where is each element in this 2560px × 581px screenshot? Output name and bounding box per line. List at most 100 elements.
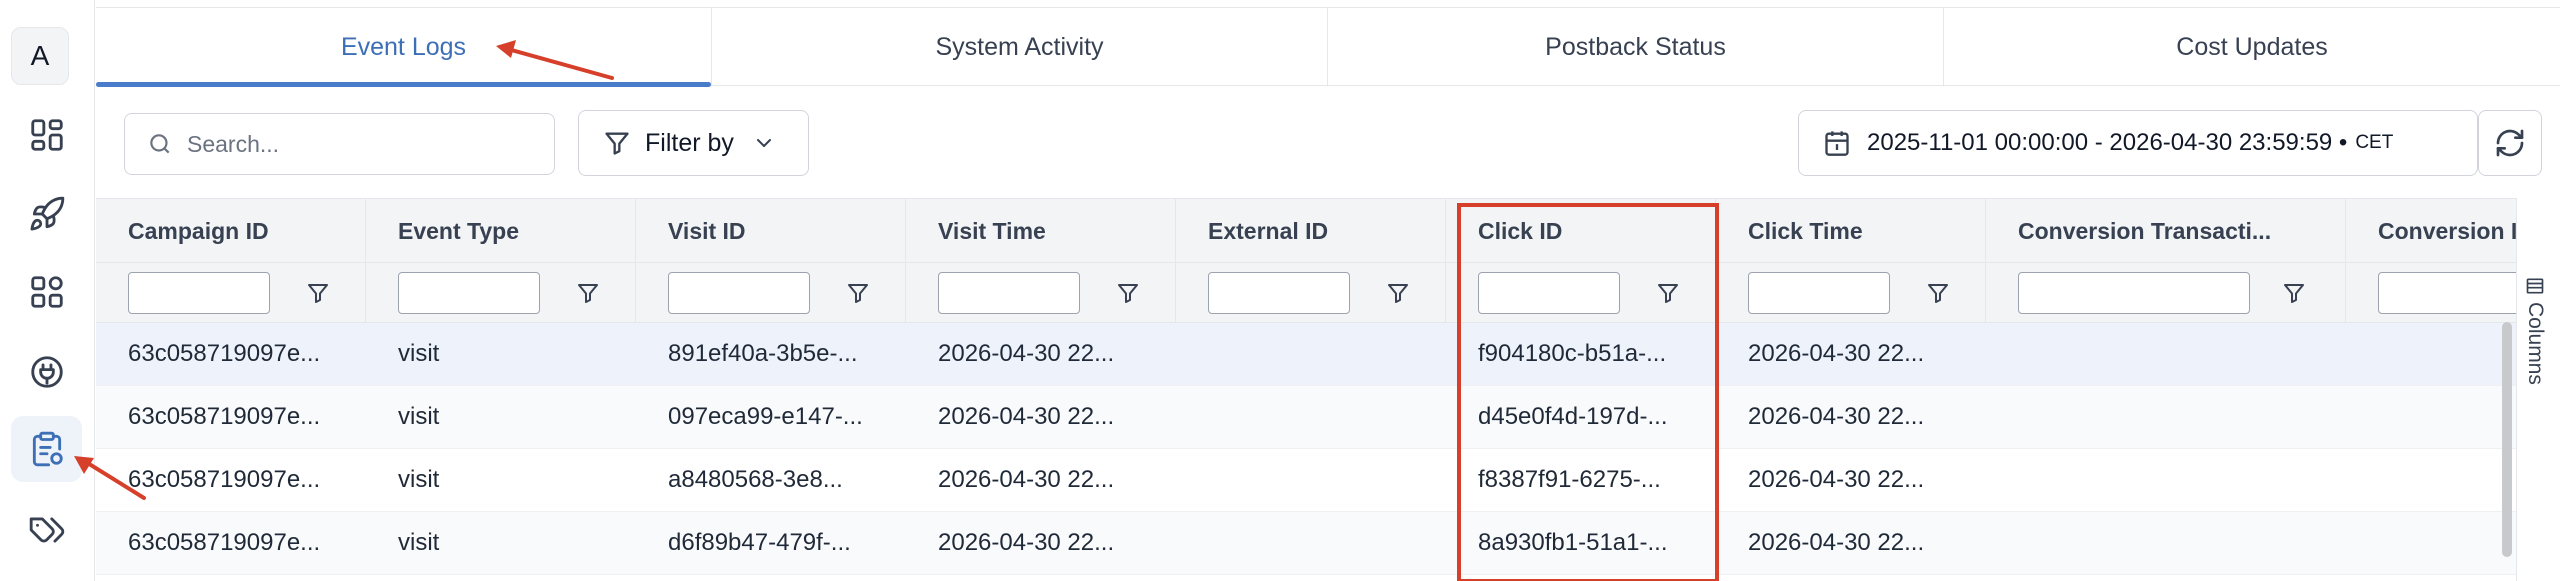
cell-visit-time: 2026-04-30 22...: [938, 403, 1115, 430]
table-filter-row: [96, 263, 2516, 323]
cell-click-time: 2026-04-30 22...: [1748, 529, 1925, 556]
column-filter-icon[interactable]: [576, 281, 600, 305]
chevron-down-icon: [756, 139, 771, 147]
cell-visit-id: 891ef40a-3b5e-...: [668, 340, 858, 367]
cell-visit-time: 2026-04-30 22...: [938, 529, 1115, 556]
column-filter-input[interactable]: [1748, 272, 1890, 314]
sidebar-item-tags[interactable]: [11, 497, 82, 563]
column-filter-input[interactable]: [128, 272, 270, 314]
table-row[interactable]: 63c058719097e... visit 097eca99-e147-...…: [96, 386, 2516, 449]
tab-event-logs[interactable]: Event Logs: [96, 8, 712, 87]
column-header-conversion-transaction[interactable]: Conversion Transacti...: [1986, 199, 2346, 263]
filter-cell: [1716, 263, 1986, 323]
table-row[interactable]: 63c058719097e... visit a8480568-3e8... 2…: [96, 449, 2516, 512]
column-filter-input[interactable]: [668, 272, 810, 314]
tags-icon: [29, 517, 64, 543]
cell-visit-id: a8480568-3e8...: [668, 466, 843, 493]
tab-cost-updates[interactable]: Cost Updates: [1944, 8, 2560, 86]
columns-panel-label: Columns: [2524, 302, 2547, 385]
rocket-icon: [30, 196, 64, 231]
apps-grid-icon: [30, 276, 63, 308]
columns-icon: [2526, 278, 2544, 294]
column-header-external-id[interactable]: External ID: [1176, 199, 1446, 263]
cell-conversion-transaction: [1986, 323, 2346, 385]
column-header-event-type[interactable]: Event Type: [366, 199, 636, 263]
column-filter-icon[interactable]: [2282, 281, 2306, 305]
sidebar-rail: A: [0, 0, 95, 581]
filter-cell: [636, 263, 906, 323]
timezone-label: CET: [2355, 132, 2394, 153]
cell-external-id: [1176, 512, 1446, 574]
cell-campaign-id: 63c058719097e...: [128, 403, 321, 430]
tab-postback-status[interactable]: Postback Status: [1328, 8, 1944, 86]
table-row[interactable]: 63c058719097e... visit d6f89b47-479f-...…: [96, 512, 2516, 575]
cell-event-type: visit: [398, 466, 440, 493]
clipboard-icon: [32, 431, 63, 467]
column-header-visit-id[interactable]: Visit ID: [636, 199, 906, 263]
tab-bar: Event Logs System Activity Postback Stat…: [96, 8, 2560, 87]
cell-click-time: 2026-04-30 22...: [1748, 403, 1925, 430]
sidebar-item-dashboard[interactable]: [11, 102, 82, 168]
date-range-picker[interactable]: 2025-11-01 00:00:00 - 2026-04-30 23:59:5…: [1798, 110, 2478, 176]
cell-click-id: f904180c-b51a-...: [1478, 340, 1667, 367]
cell-click-id: f8387f91-6275-...: [1478, 466, 1661, 493]
cell-visit-id: d6f89b47-479f-...: [668, 529, 851, 556]
column-header-conversion[interactable]: Conversion I: [2346, 199, 2516, 263]
cell-campaign-id: 63c058719097e...: [128, 466, 321, 493]
top-strip: [96, 0, 2560, 8]
sidebar-item-campaigns[interactable]: [11, 181, 82, 247]
search-box[interactable]: [124, 113, 555, 175]
cell-event-type: visit: [398, 340, 440, 367]
column-filter-input[interactable]: [938, 272, 1080, 314]
tab-system-activity[interactable]: System Activity: [712, 8, 1328, 86]
search-input[interactable]: [187, 130, 547, 158]
filter-cell: [1176, 263, 1446, 323]
columns-panel-toggle[interactable]: Columns: [2523, 276, 2547, 385]
cell-campaign-id: 63c058719097e...: [128, 529, 321, 556]
column-filter-icon[interactable]: [1926, 281, 1950, 305]
filter-cell: [1986, 263, 2346, 323]
filter-cell: [1446, 263, 1716, 323]
search-icon: [150, 134, 170, 154]
column-filter-icon[interactable]: [1116, 281, 1140, 305]
cell-click-id: 8a930fb1-51a1-...: [1478, 529, 1668, 556]
refresh-button[interactable]: [2478, 110, 2542, 176]
column-filter-icon[interactable]: [1656, 281, 1680, 305]
filter-cell: [906, 263, 1176, 323]
sidebar-item-apps[interactable]: [11, 259, 82, 325]
sidebar-item-integrations[interactable]: [11, 339, 82, 405]
column-filter-input[interactable]: [398, 272, 540, 314]
cell-visit-time: 2026-04-30 22...: [938, 466, 1115, 493]
column-header-click-time[interactable]: Click Time: [1716, 199, 1986, 263]
column-header-visit-time[interactable]: Visit Time: [906, 199, 1176, 263]
cell-click-time: 2026-04-30 22...: [1748, 466, 1925, 493]
sidebar-item-logs[interactable]: [11, 416, 82, 482]
filter-icon: [605, 132, 629, 155]
cell-conversion: [2346, 386, 2516, 448]
table-header-row: Campaign ID Event Type Visit ID Visit Ti…: [96, 199, 2516, 263]
plug-icon: [30, 356, 63, 388]
column-filter-input[interactable]: [1478, 272, 1620, 314]
column-filter-input[interactable]: [2378, 272, 2516, 314]
cell-click-id: d45e0f4d-197d-...: [1478, 403, 1668, 430]
column-filter-icon[interactable]: [306, 281, 330, 305]
column-filter-icon[interactable]: [1386, 281, 1410, 305]
column-filter-icon[interactable]: [846, 281, 870, 305]
cell-conversion: [2346, 512, 2516, 574]
column-filter-input[interactable]: [1208, 272, 1350, 314]
table-row[interactable]: 63c058719097e... visit 891ef40a-3b5e-...…: [96, 323, 2516, 386]
column-header-click-id[interactable]: Click ID: [1446, 199, 1716, 263]
cell-click-time: 2026-04-30 22...: [1748, 340, 1925, 367]
dashboard-icon: [30, 119, 63, 151]
columns-side-panel: Columns: [2516, 198, 2560, 581]
calendar-icon: [1825, 131, 1849, 156]
event-logs-table: Campaign ID Event Type Visit ID Visit Ti…: [96, 198, 2516, 581]
avatar[interactable]: A: [11, 27, 69, 85]
column-filter-input[interactable]: [2018, 272, 2250, 314]
column-header-campaign-id[interactable]: Campaign ID: [96, 199, 366, 263]
vertical-scrollbar[interactable]: [2502, 322, 2512, 557]
filter-by-label: Filter by: [645, 128, 734, 157]
filter-by-button[interactable]: Filter by: [578, 110, 809, 176]
cell-campaign-id: 63c058719097e...: [128, 340, 321, 367]
cell-external-id: [1176, 386, 1446, 448]
